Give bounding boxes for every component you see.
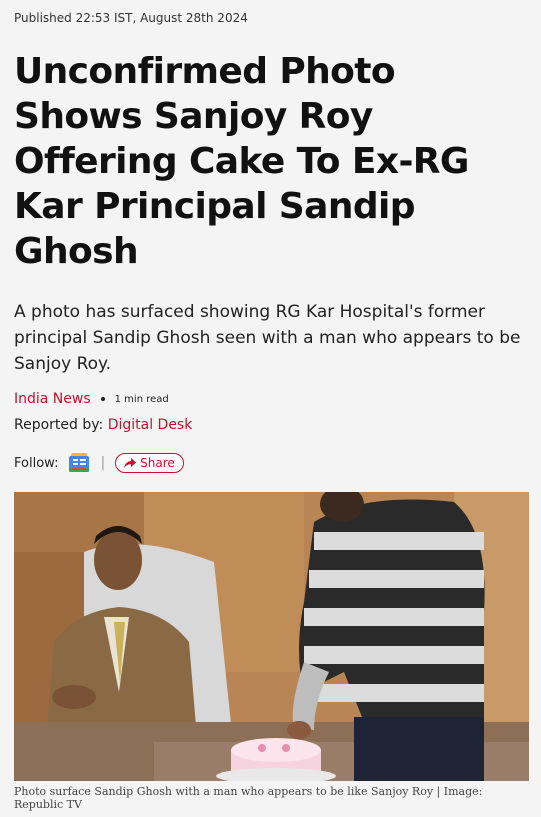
- read-time: 1 min read: [114, 393, 169, 405]
- follow-label: Follow:: [14, 455, 59, 471]
- article-meta: India News 1 min read: [14, 391, 169, 407]
- reported-by-label: Reported by:: [14, 417, 108, 433]
- author-link[interactable]: Digital Desk: [108, 417, 193, 433]
- article-headline: Unconfirmed Photo Shows Sanjoy Roy Offer…: [14, 49, 514, 274]
- headline-line: Unconfirmed Photo: [14, 51, 396, 92]
- headline-line: Kar Principal Sandip: [14, 186, 416, 227]
- photo-caption: Photo surface Sandip Ghosh with a man wh…: [14, 785, 483, 811]
- article-summary: A photo has surfaced showing RG Kar Hosp…: [14, 302, 521, 374]
- share-arrow-icon: [124, 457, 137, 468]
- published-timestamp: Published 22:53 IST, August 28th 2024: [14, 11, 248, 25]
- article-photo: [14, 492, 529, 781]
- headline-line: Ghosh: [14, 231, 139, 272]
- google-news-icon[interactable]: [68, 452, 90, 474]
- share-button[interactable]: Share: [115, 453, 184, 473]
- share-label: Share: [140, 456, 175, 470]
- headline-line: Shows Sanjoy Roy: [14, 96, 373, 137]
- headline-line: Offering Cake To Ex-RG: [14, 141, 469, 182]
- reported-by: Reported by: Digital Desk: [14, 417, 192, 433]
- separator: |: [100, 455, 106, 471]
- category-link[interactable]: India News: [14, 391, 91, 407]
- follow-row: Follow: | Share: [14, 452, 184, 474]
- meta-separator-dot: [100, 397, 105, 401]
